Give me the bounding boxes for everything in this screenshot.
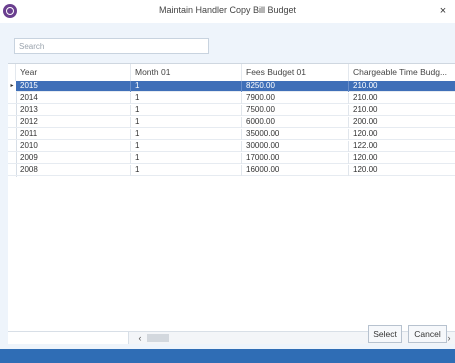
cell-time: 120.00 <box>349 129 455 140</box>
table-row[interactable]: 2011 1 35000.00 120.00 <box>8 129 455 140</box>
table-row[interactable]: 2014 1 7900.00 210.00 <box>8 93 455 104</box>
table-row[interactable]: 2013 1 7500.00 210.00 <box>8 105 455 116</box>
cancel-button[interactable]: Cancel <box>408 325 447 343</box>
cell-month: 1 <box>131 141 242 152</box>
cell-year: 2010 <box>16 141 131 152</box>
table-row[interactable]: 2012 1 6000.00 200.00 <box>8 117 455 128</box>
cell-month: 1 <box>131 117 242 128</box>
window-title: Maintain Handler Copy Bill Budget <box>158 5 297 15</box>
scroll-left-icon[interactable]: ‹ <box>135 332 145 344</box>
cell-fees: 17000.00 <box>242 153 349 164</box>
footer-bar <box>0 349 455 363</box>
cell-fees: 6000.00 <box>242 117 349 128</box>
cell-fees: 8250.00 <box>242 81 349 92</box>
current-row-indicator-icon: ▸ <box>8 81 16 92</box>
column-header-month-01[interactable]: Month 01 <box>131 64 242 81</box>
cell-time: 122.00 <box>349 141 455 152</box>
cell-time: 200.00 <box>349 117 455 128</box>
cell-month: 1 <box>131 105 242 116</box>
scroll-thumb[interactable] <box>147 334 169 342</box>
cell-year: 2009 <box>16 153 131 164</box>
cell-year: 2014 <box>16 93 131 104</box>
column-header-chargeable-time-budget[interactable]: Chargeable Time Budg... <box>349 64 455 81</box>
cell-fees: 16000.00 <box>242 165 349 176</box>
header-row-gutter <box>8 64 16 81</box>
dialog-body: Year Month 01 Fees Budget 01 Chargeable … <box>0 23 455 349</box>
cell-year: 2011 <box>16 129 131 140</box>
cell-month: 1 <box>131 153 242 164</box>
cell-month: 1 <box>131 129 242 140</box>
column-header-fees-budget-01[interactable]: Fees Budget 01 <box>242 64 349 81</box>
cell-month: 1 <box>131 165 242 176</box>
cell-fees: 35000.00 <box>242 129 349 140</box>
budget-grid: Year Month 01 Fees Budget 01 Chargeable … <box>8 63 455 332</box>
cell-fees: 7900.00 <box>242 93 349 104</box>
cell-year: 2012 <box>16 117 131 128</box>
cell-fees: 7500.00 <box>242 105 349 116</box>
cell-time: 120.00 <box>349 165 455 176</box>
grid-header: Year Month 01 Fees Budget 01 Chargeable … <box>8 64 455 82</box>
cell-month: 1 <box>131 81 242 92</box>
cell-year: 2013 <box>16 105 131 116</box>
cell-time: 210.00 <box>349 81 455 92</box>
cell-month: 1 <box>131 93 242 104</box>
cell-time: 120.00 <box>349 153 455 164</box>
fixed-column-scroll-area <box>8 332 129 344</box>
search-input[interactable] <box>14 38 209 54</box>
table-row[interactable]: ▸ 2015 1 8250.00 210.00 <box>8 81 455 92</box>
close-button[interactable]: × <box>437 5 449 17</box>
cell-year: 2008 <box>16 165 131 176</box>
table-row[interactable]: 2008 1 16000.00 120.00 <box>8 165 455 176</box>
select-button[interactable]: Select <box>368 325 402 343</box>
table-row[interactable]: 2010 1 30000.00 122.00 <box>8 141 455 152</box>
cell-fees: 30000.00 <box>242 141 349 152</box>
cell-year: 2015 <box>16 81 131 92</box>
column-header-year[interactable]: Year <box>16 64 131 81</box>
cell-time: 210.00 <box>349 93 455 104</box>
cell-time: 210.00 <box>349 105 455 116</box>
table-row[interactable]: 2009 1 17000.00 120.00 <box>8 153 455 164</box>
title-bar: Maintain Handler Copy Bill Budget × <box>0 0 455 23</box>
